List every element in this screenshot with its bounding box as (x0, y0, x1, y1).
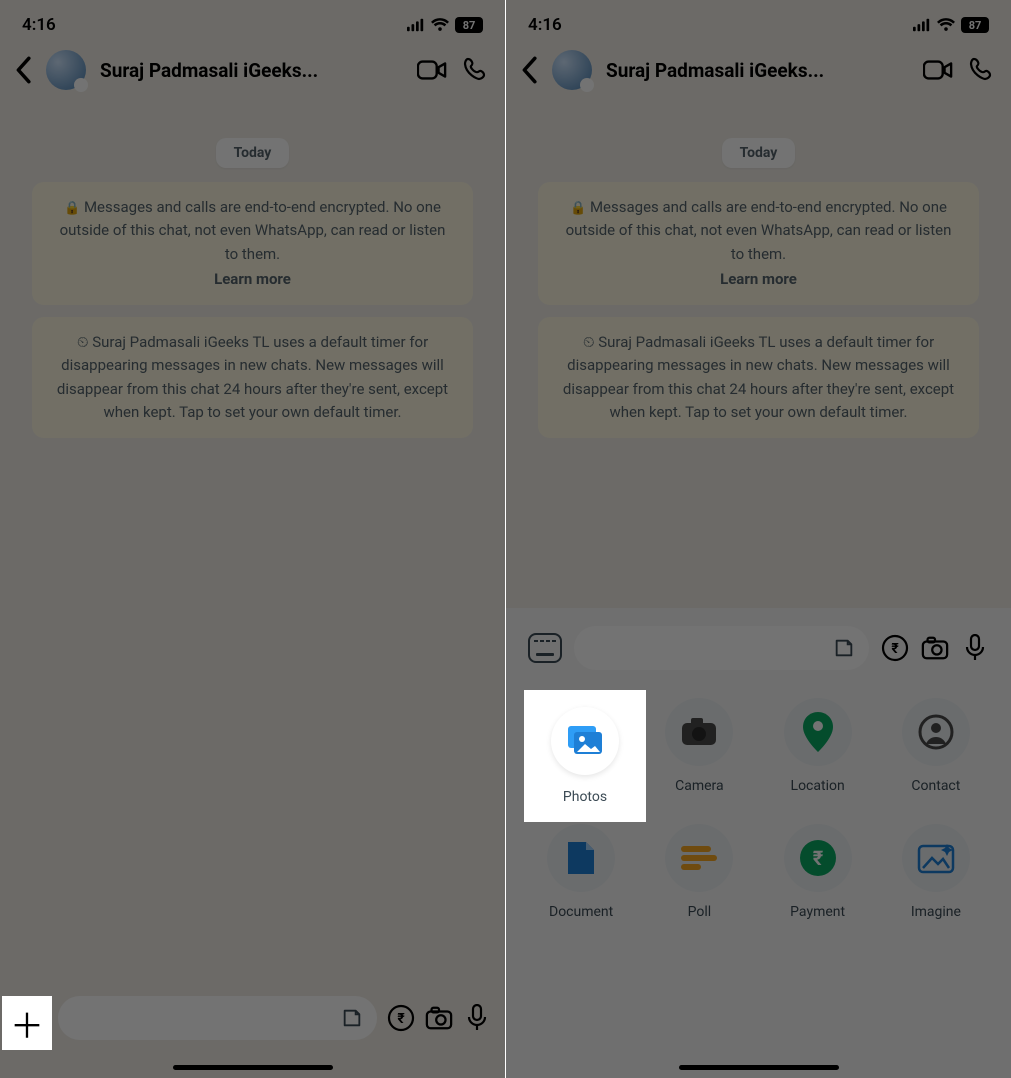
attach-poll[interactable]: Poll (640, 824, 758, 920)
mic-icon[interactable] (463, 1004, 491, 1032)
imagine-ai-icon (902, 824, 970, 892)
status-right: 87 (913, 17, 989, 33)
attach-label: Payment (790, 904, 845, 920)
learn-more-link[interactable]: Learn more (52, 268, 453, 291)
home-indicator[interactable] (173, 1065, 333, 1070)
timer-icon: ⏲ (77, 333, 89, 351)
contact-name[interactable]: Suraj Padmasali iGeeks... (606, 59, 909, 82)
status-time: 4:16 (22, 15, 56, 35)
voice-call-icon[interactable] (967, 57, 997, 83)
attach-label: Camera (675, 778, 724, 794)
attach-plus-highlight[interactable]: ＋ (2, 996, 52, 1050)
camera-grey-icon (665, 698, 733, 766)
sticker-icon[interactable] (833, 637, 855, 659)
learn-more-link[interactable]: Learn more (558, 268, 959, 291)
phone-screen-right: 4:16 87 Suraj Padmasali iGeeks... Today … (506, 0, 1011, 1078)
attach-document[interactable]: Document (522, 824, 640, 920)
chat-header: Suraj Padmasali iGeeks... (506, 44, 1011, 100)
svg-text:₹: ₹ (397, 1011, 405, 1027)
attach-camera[interactable]: Camera (640, 698, 758, 794)
encryption-text: Messages and calls are end-to-end encryp… (60, 198, 446, 263)
attach-location[interactable]: Location (759, 698, 877, 794)
mic-icon[interactable] (961, 634, 989, 662)
home-indicator[interactable] (679, 1065, 839, 1070)
status-time: 4:16 (528, 15, 562, 35)
battery-badge: 87 (455, 17, 483, 33)
rupee-pay-icon[interactable]: ₹ (387, 1004, 415, 1032)
attach-label: Document (549, 904, 613, 920)
attach-label: Imagine (911, 904, 961, 920)
phone-screen-left: 4:16 87 Suraj Padmasali iGeeks... Today … (0, 0, 505, 1078)
keyboard-toggle-icon[interactable] (528, 633, 562, 663)
video-call-icon[interactable] (417, 57, 447, 83)
contact-avatar[interactable] (46, 50, 86, 90)
cellular-icon (913, 18, 931, 32)
camera-icon[interactable] (921, 634, 949, 662)
status-bar: 4:16 87 (506, 0, 1011, 44)
attach-payment[interactable]: ₹ Payment (759, 824, 877, 920)
photos-icon (551, 707, 619, 775)
date-pill: Today (722, 138, 796, 168)
back-icon[interactable] (14, 56, 32, 84)
video-call-icon[interactable] (923, 57, 953, 83)
chat-area: Today 🔒 Messages and calls are end-to-en… (0, 100, 505, 438)
attach-imagine[interactable]: Imagine (877, 824, 995, 920)
svg-text:₹: ₹ (891, 641, 899, 657)
contact-avatar[interactable] (552, 50, 592, 90)
poll-icon (665, 824, 733, 892)
contact-name[interactable]: Suraj Padmasali iGeeks... (100, 59, 403, 82)
date-pill: Today (216, 138, 290, 168)
encryption-text: Messages and calls are end-to-end encryp… (566, 198, 952, 263)
timer-icon: ⏲ (583, 333, 595, 351)
voice-call-icon[interactable] (461, 57, 491, 83)
message-input[interactable] (58, 996, 377, 1040)
disappearing-text: Suraj Padmasali iGeeks TL uses a default… (563, 333, 954, 421)
chat-area: Today 🔒 Messages and calls are end-to-en… (506, 100, 1011, 438)
back-icon[interactable] (520, 56, 538, 84)
message-input[interactable] (574, 626, 869, 670)
chat-header: Suraj Padmasali iGeeks... (0, 44, 505, 100)
cellular-icon (407, 18, 425, 32)
sticker-icon[interactable] (341, 1007, 363, 1029)
attach-label: Location (791, 778, 845, 794)
payment-rupee-icon: ₹ (784, 824, 852, 892)
camera-icon[interactable] (425, 1004, 453, 1032)
sheet-input-row: ₹ (516, 626, 1001, 688)
battery-badge: 87 (961, 17, 989, 33)
attach-label: Contact (911, 778, 960, 794)
attach-contact[interactable]: Contact (877, 698, 995, 794)
attach-photos-highlight[interactable]: Photos (524, 690, 646, 822)
contact-person-icon (902, 698, 970, 766)
attach-label: Photos (563, 789, 607, 805)
attach-sheet: ₹ Photos Camera Location (506, 608, 1011, 1078)
wifi-icon (937, 18, 955, 32)
document-icon (547, 824, 615, 892)
lock-icon: 🔒 (64, 201, 80, 216)
message-input-bar: ＋ ₹ (0, 988, 505, 1054)
wifi-icon (431, 18, 449, 32)
status-bar: 4:16 87 (0, 0, 505, 44)
lock-icon: 🔒 (570, 201, 586, 216)
rupee-pay-icon[interactable]: ₹ (881, 634, 909, 662)
encryption-notice[interactable]: 🔒 Messages and calls are end-to-end encr… (32, 182, 473, 305)
disappearing-notice[interactable]: ⏲ Suraj Padmasali iGeeks TL uses a defau… (32, 317, 473, 438)
disappearing-notice[interactable]: ⏲ Suraj Padmasali iGeeks TL uses a defau… (538, 317, 979, 438)
encryption-notice[interactable]: 🔒 Messages and calls are end-to-end encr… (538, 182, 979, 305)
location-pin-icon (784, 698, 852, 766)
disappearing-text: Suraj Padmasali iGeeks TL uses a default… (57, 333, 448, 421)
attach-label: Poll (688, 904, 712, 920)
svg-text:₹: ₹ (812, 846, 823, 870)
status-right: 87 (407, 17, 483, 33)
